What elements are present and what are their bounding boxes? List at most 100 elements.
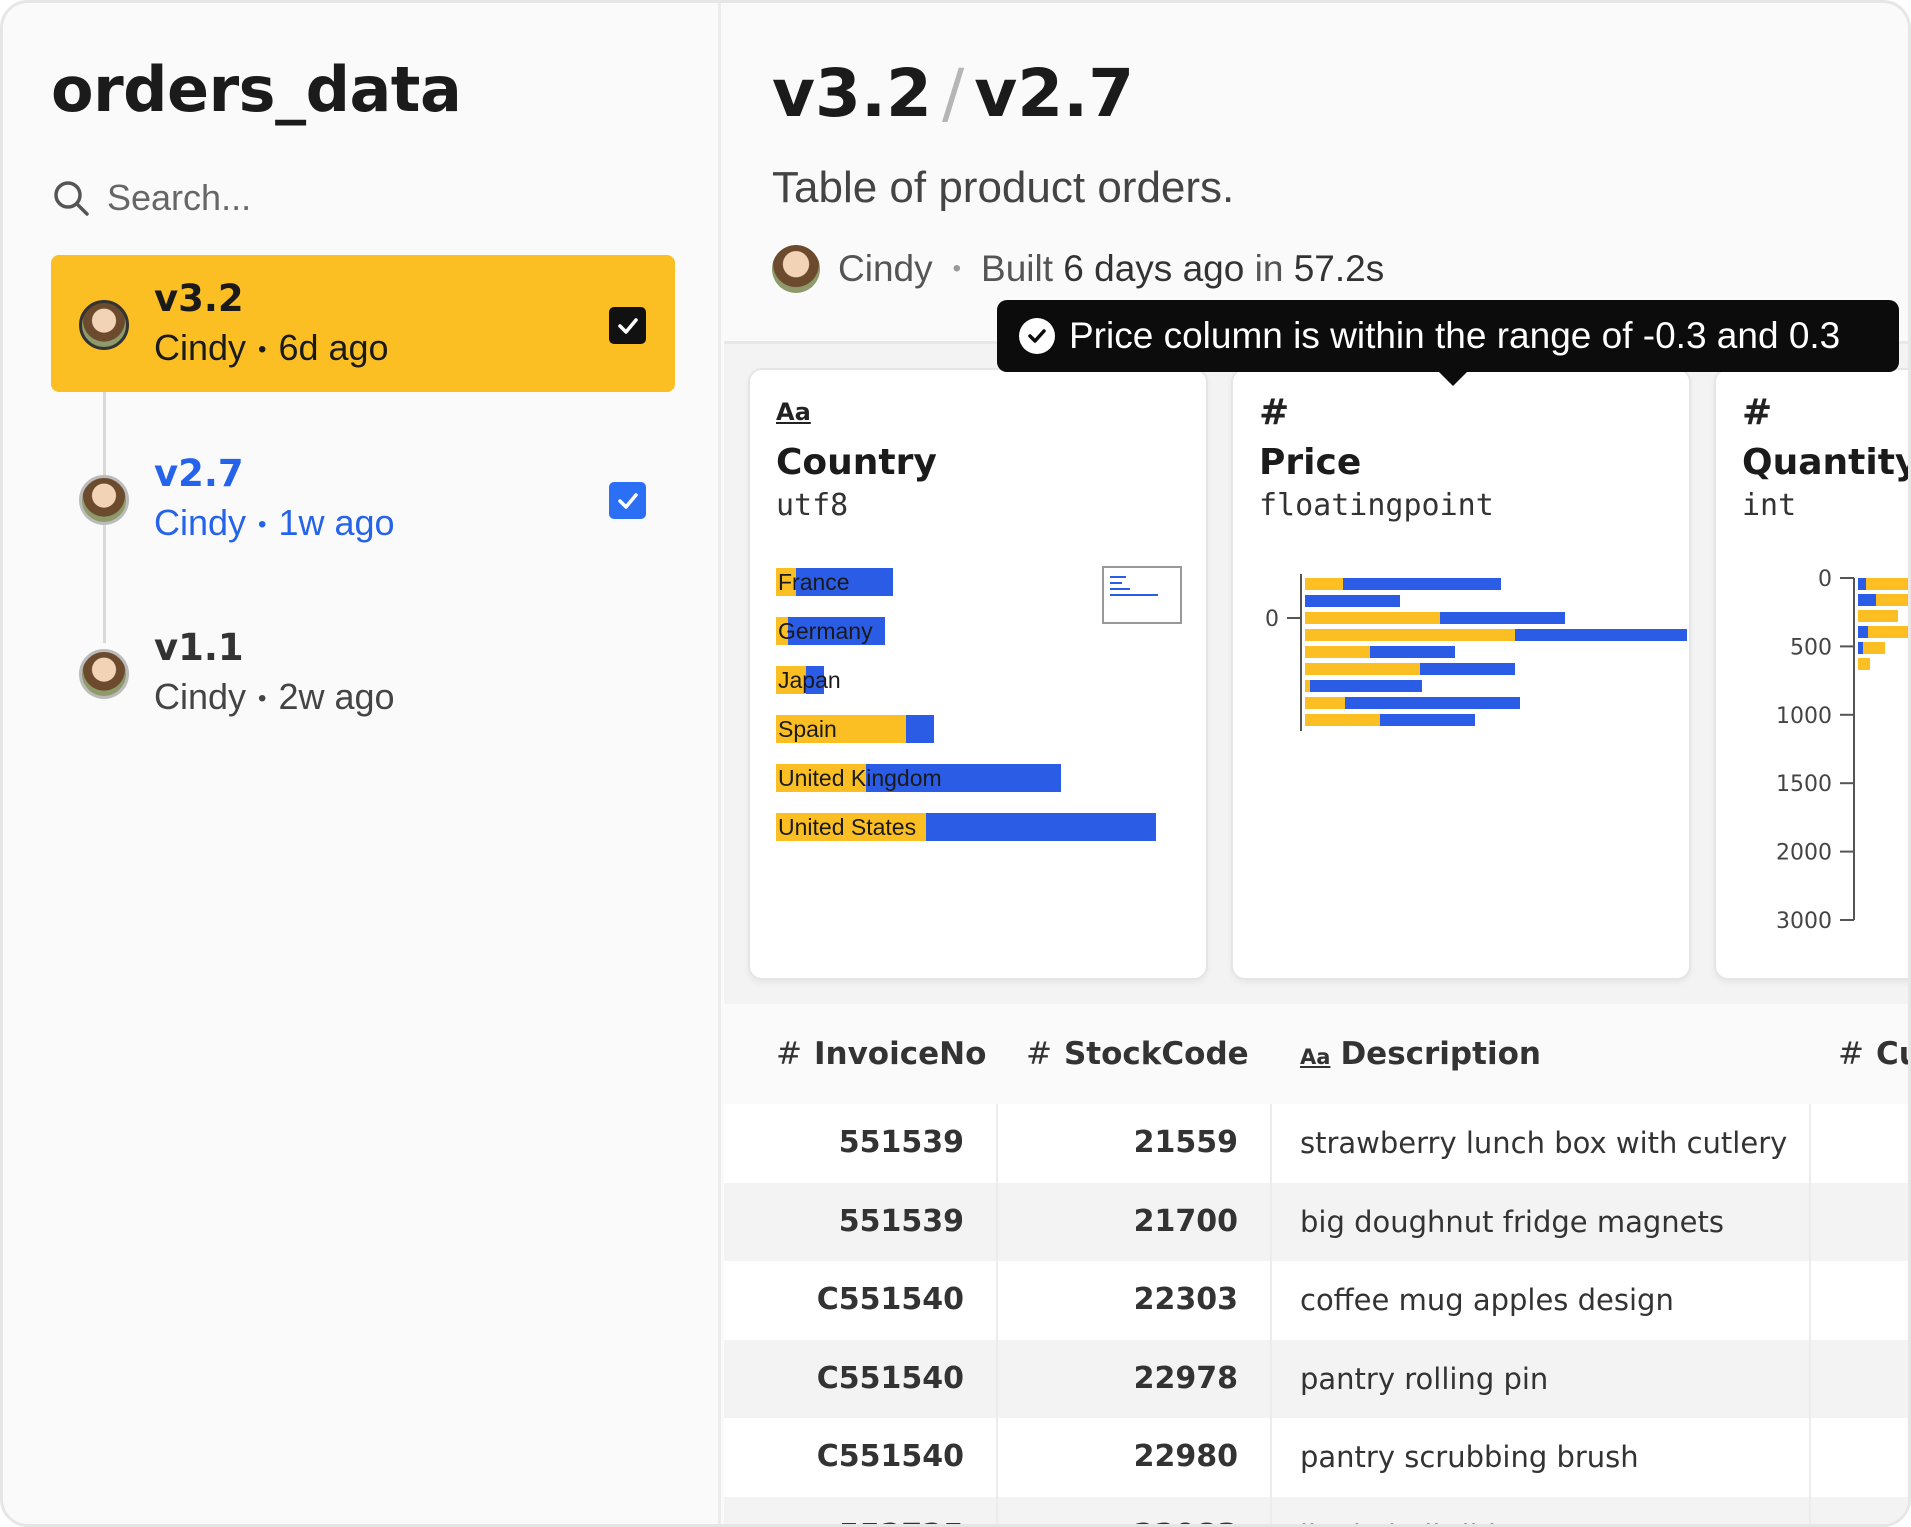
column-header-stockcode[interactable]: # StockCode [1026, 1036, 1249, 1072]
version-meta: Cindy • 2w ago [154, 676, 395, 717]
price-bar-2-series-1 [1440, 612, 1565, 624]
table-row[interactable]: 552725 22983 jingle bell ribbon set [724, 1496, 1908, 1525]
tick-label: 0 [1818, 567, 1832, 592]
cell-stockcode: 22303 [1133, 1282, 1238, 1317]
text-type-icon: Aa [1300, 1045, 1331, 1069]
dataset-description: Table of product orders. [772, 163, 1235, 212]
avatar [79, 475, 129, 525]
price-bar-7-series-0 [1305, 697, 1345, 709]
version-time: 1w ago [278, 502, 395, 543]
version-separator: / [941, 55, 965, 132]
table-row[interactable]: C551540 22303 coffee mug apples design [724, 1261, 1908, 1340]
version-a: v3.2 [772, 55, 932, 132]
column-header-invoiceno[interactable]: # InvoiceNo [776, 1036, 986, 1072]
tooltip-text: Price column is within the range of -0.3… [1069, 315, 1841, 356]
price-histogram: 0 [1265, 574, 1687, 731]
build-author: Cindy [838, 248, 933, 289]
price-bar-5-series-0 [1305, 663, 1420, 675]
table-row[interactable]: 551539 21700 big doughnut fridge magnets [724, 1182, 1908, 1261]
cell-stockcode: 22983 [996, 1497, 1238, 1525]
cell-description: big doughnut fridge magnets [1300, 1204, 1724, 1239]
avatar [772, 245, 820, 293]
column-card-country[interactable]: Aa Country utf8 France Germany Japan Spain U… [748, 368, 1208, 980]
column-header-customer[interactable]: # Cu [1838, 1036, 1908, 1072]
quantity-bar-0-series-1 [1858, 578, 1866, 590]
version-name: v2.7 [154, 452, 244, 495]
built-ago: 6 days ago [1063, 248, 1245, 289]
price-bar-5-series-1 [1420, 663, 1515, 675]
price-bar-2-series-0 [1305, 612, 1440, 624]
cell-stockcode: 21559 [1133, 1125, 1238, 1160]
cell-description: coffee mug apples design [1300, 1283, 1674, 1317]
version-checkbox[interactable] [609, 482, 646, 519]
column-card-quantity[interactable]: # Quantity int 0 500 1000 1500 2000 3000 [1714, 368, 1908, 980]
version-checkbox[interactable] [609, 307, 646, 344]
avatar [79, 300, 129, 350]
avatar [79, 649, 129, 699]
app-window: orders_data v3.2 Cindy•6d ago v2.7 Cindy… [0, 0, 1911, 1527]
cell-stockcode: 22980 [1133, 1439, 1238, 1474]
cell-invoiceno: 551539 [838, 1125, 964, 1160]
version-comparison-title: v3.2/v2.7 [772, 55, 1134, 132]
version-b: v2.7 [974, 55, 1135, 132]
header-label: StockCode [1063, 1036, 1249, 1072]
version-item-v2-7[interactable]: v2.7 Cindy • 1w ago [51, 430, 675, 567]
version-item-v3-2[interactable]: v3.2 Cindy • 6d ago [51, 255, 675, 392]
tick-label: 2000 [1776, 841, 1832, 866]
built-duration: 57.2s [1293, 248, 1385, 289]
cell-description: strawberry lunch box with cutlery [1300, 1126, 1788, 1160]
table-header: # InvoiceNo # StockCode Aa Description # Cu [724, 1004, 1908, 1104]
column-divider [1809, 1104, 1811, 1524]
price-bar-3-series-0 [1305, 629, 1515, 641]
search-box[interactable] [51, 173, 651, 223]
tick-label: 0 [1265, 607, 1279, 632]
cell-invoiceno: 551539 [838, 1203, 964, 1239]
category-label: Japan [778, 667, 841, 693]
price-bar-8-series-0 [1305, 714, 1380, 726]
header-label: InvoiceNo [813, 1036, 987, 1072]
validation-tooltip: Price column is within the range of -0.3… [997, 300, 1899, 386]
tick-label: 1500 [1776, 772, 1832, 797]
price-bar-4-series-0 [1305, 646, 1370, 658]
tick-label: 500 [1790, 635, 1832, 660]
search-input[interactable] [107, 177, 607, 219]
version-name: v1.1 [154, 626, 244, 669]
built-in: in [1254, 248, 1284, 289]
data-table: #InvoiceNo #StockCode AaDescription #Cu … [724, 1004, 1908, 1525]
version-author: Cindy [154, 327, 247, 368]
header-label: Description [1340, 1036, 1541, 1072]
cell-description: pantry scrubbing brush [1300, 1440, 1639, 1474]
table-row[interactable]: C551540 22978 pantry rolling pin [724, 1339, 1908, 1418]
category-label: Germany [778, 618, 873, 644]
number-type-icon: # [776, 1036, 802, 1072]
version-item-v1-1[interactable]: v1.1 Cindy • 2w ago [51, 604, 675, 741]
category-label: United States [778, 814, 916, 840]
category-label: Spain [778, 716, 837, 742]
quantity-bar-1-series-0 [1876, 594, 1908, 606]
quantity-bar-3-series-0 [1868, 626, 1908, 638]
sidebar: orders_data v3.2 Cindy•6d ago v2.7 Cindy… [3, 3, 721, 1524]
tick-label: 3000 [1776, 909, 1832, 934]
table-body: 551539 21559 strawberry lunch box with cut… [724, 1104, 1908, 1525]
column-divider [996, 1104, 998, 1524]
price-bar-6-series-1 [1310, 680, 1422, 692]
build-info: Cindy • Built 6 days ago in 57.2s [772, 245, 1384, 293]
version-name: v3.2 [154, 277, 244, 320]
cell-invoiceno: C551540 [816, 1282, 964, 1317]
column-card-price[interactable]: # Price floatingpoint 0 [1231, 368, 1691, 980]
table-row[interactable]: C551540 22980 pantry scrubbing brush [724, 1418, 1908, 1497]
dataset-title: orders_data [51, 53, 462, 126]
quantity-bar-3-series-1 [1858, 626, 1868, 638]
table-row[interactable]: 551539 21559 strawberry lunch box with cut… [724, 1104, 1908, 1183]
number-type-icon: # [1026, 1036, 1052, 1072]
price-bar-8-series-1 [1380, 714, 1475, 726]
quantity-bar-4-series-0 [1863, 642, 1885, 654]
tick-label: 1000 [1776, 704, 1832, 729]
cell-description: jingle bell ribbon set [1300, 1497, 1800, 1525]
quantity-bar-5-series-0 [1858, 658, 1870, 670]
bar-spain-series-1 [906, 715, 934, 743]
cell-invoiceno: C551540 [816, 1439, 964, 1474]
cell-invoiceno: C551540 [816, 1360, 964, 1396]
column-header-description[interactable]: Aa Description [1300, 1036, 1541, 1072]
search-icon [54, 181, 89, 216]
